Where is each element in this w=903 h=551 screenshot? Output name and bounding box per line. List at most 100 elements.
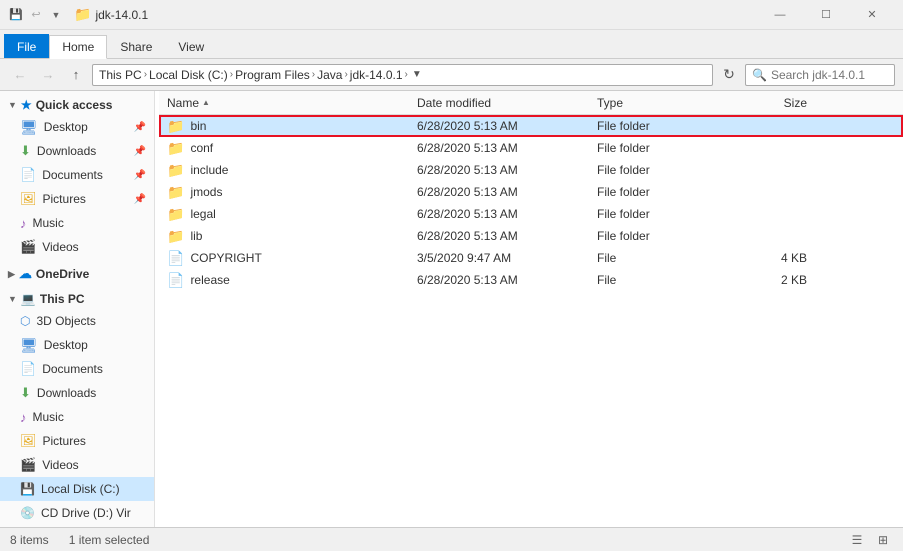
path-dropdown-icon[interactable]: ▼ bbox=[412, 69, 422, 80]
sidebar-item-documents-qa[interactable]: 📄 Documents 📌 bbox=[0, 163, 154, 187]
sidebar-label-cddrive: CD Drive (D:) Vir bbox=[41, 506, 131, 520]
file-type: File bbox=[597, 273, 727, 287]
undo-icon[interactable]: ↩ bbox=[28, 7, 44, 23]
details-view-button[interactable]: ☰ bbox=[847, 530, 867, 550]
file-rows: 📁 bin 6/28/2020 5:13 AM File folder 📁 co… bbox=[159, 115, 903, 291]
sidebar-item-music-pc[interactable]: ♪ Music bbox=[0, 405, 154, 429]
folder-icon: 📁 bbox=[167, 140, 184, 157]
col-header-type[interactable]: Type bbox=[597, 96, 727, 110]
col-header-name[interactable]: Name ▲ bbox=[167, 96, 417, 110]
window-controls: — ☐ ✕ bbox=[757, 0, 895, 30]
col-header-date[interactable]: Date modified bbox=[417, 96, 597, 110]
pin-icon-pictures: 📌 bbox=[134, 194, 146, 205]
title-bar: 💾 ↩ ▼ 📁 jdk-14.0.1 — ☐ ✕ bbox=[0, 0, 903, 30]
folder-icon: 📁 bbox=[167, 206, 184, 223]
sort-arrow-name: ▲ bbox=[202, 98, 210, 107]
up-button[interactable]: ↑ bbox=[64, 63, 88, 87]
table-row[interactable]: 📄 COPYRIGHT 3/5/2020 9:47 AM File 4 KB bbox=[159, 247, 903, 269]
refresh-button[interactable]: ↻ bbox=[717, 63, 741, 87]
file-icon: 📄 bbox=[167, 272, 184, 289]
sidebar-item-label-desktop-qa: Desktop bbox=[44, 120, 88, 134]
search-box[interactable]: 🔍 bbox=[745, 64, 895, 86]
path-part-java[interactable]: Java bbox=[317, 68, 342, 82]
file-type: File folder bbox=[597, 119, 727, 133]
path-part-thispc[interactable]: This PC bbox=[99, 68, 142, 82]
sidebar-item-pictures-pc[interactable]: 🖼 Pictures bbox=[0, 429, 154, 453]
sidebar-item-desktop-qa[interactable]: 🖥 Desktop 📌 bbox=[0, 115, 154, 139]
address-bar: ← → ↑ This PC › Local Disk (C:) › Progra… bbox=[0, 59, 903, 91]
file-date: 6/28/2020 5:13 AM bbox=[417, 229, 597, 243]
sidebar-item-localdisk[interactable]: 💾 Local Disk (C:) bbox=[0, 477, 154, 501]
file-type: File folder bbox=[597, 141, 727, 155]
pin-icon-documents: 📌 bbox=[134, 170, 146, 181]
sidebar-section-quickaccess: ▼ ★ Quick access 🖥 Desktop 📌 ⬇ Downloads… bbox=[0, 95, 154, 259]
sidebar-item-downloads-pc[interactable]: ⬇ Downloads bbox=[0, 381, 154, 405]
file-icon: 📄 bbox=[167, 250, 184, 267]
sidebar-label-3dobjects: 3D Objects bbox=[36, 314, 95, 328]
documents-icon-qa: 📄 bbox=[20, 167, 36, 183]
desktop-icon-qa: 🖥 bbox=[20, 119, 38, 136]
quickaccess-star-icon: ★ bbox=[21, 98, 32, 112]
status-bar: 8 items 1 item selected ☰ ⊞ bbox=[0, 527, 903, 551]
folder-icon: 📁 bbox=[167, 228, 184, 245]
sidebar-item-pictures-qa[interactable]: 🖼 Pictures 📌 bbox=[0, 187, 154, 211]
tab-share[interactable]: Share bbox=[107, 34, 165, 58]
sidebar-item-music-qa[interactable]: ♪ Music bbox=[0, 211, 154, 235]
table-row[interactable]: 📁 legal 6/28/2020 5:13 AM File folder bbox=[159, 203, 903, 225]
sidebar-section-onedrive: ▶ ☁ OneDrive bbox=[0, 263, 154, 285]
back-button[interactable]: ← bbox=[8, 63, 32, 87]
tab-home[interactable]: Home bbox=[49, 35, 107, 59]
table-row[interactable]: 📁 conf 6/28/2020 5:13 AM File folder bbox=[159, 137, 903, 159]
sidebar-item-desktop-pc[interactable]: 🖥 Desktop bbox=[0, 333, 154, 357]
sidebar-label-music-pc: Music bbox=[33, 410, 64, 424]
tab-view[interactable]: View bbox=[165, 34, 217, 58]
table-row[interactable]: 📁 bin 6/28/2020 5:13 AM File folder bbox=[159, 115, 903, 137]
search-input[interactable] bbox=[771, 68, 888, 82]
status-right: ☰ ⊞ bbox=[847, 530, 893, 550]
file-type: File folder bbox=[597, 185, 727, 199]
title-folder-icon: 📁 bbox=[74, 6, 91, 23]
path-part-jdk[interactable]: jdk-14.0.1 bbox=[350, 68, 403, 82]
videos-icon-qa: 🎬 bbox=[20, 239, 36, 255]
sidebar-header-quickaccess[interactable]: ▼ ★ Quick access bbox=[0, 95, 154, 115]
maximize-button[interactable]: ☐ bbox=[803, 0, 849, 30]
sidebar-item-documents-pc[interactable]: 📄 Documents bbox=[0, 357, 154, 381]
table-row[interactable]: 📁 jmods 6/28/2020 5:13 AM File folder bbox=[159, 181, 903, 203]
quickaccess-label: Quick access bbox=[36, 98, 113, 112]
sidebar-item-label-downloads-qa: Downloads bbox=[37, 144, 96, 158]
localdisk-icon: 💾 bbox=[20, 482, 35, 496]
path-part-localdisk[interactable]: Local Disk (C:) bbox=[149, 68, 228, 82]
col-header-size[interactable]: Size bbox=[727, 96, 807, 110]
sidebar-item-label-pictures-qa: Pictures bbox=[43, 192, 86, 206]
large-icons-view-button[interactable]: ⊞ bbox=[873, 530, 893, 550]
tab-file[interactable]: File bbox=[4, 34, 49, 58]
sidebar-item-downloads-qa[interactable]: ⬇ Downloads 📌 bbox=[0, 139, 154, 163]
minimize-button[interactable]: — bbox=[757, 0, 803, 30]
sidebar-item-3dobjects[interactable]: ⬡ 3D Objects bbox=[0, 309, 154, 333]
file-name: 📁 bin bbox=[167, 118, 417, 135]
sidebar-item-videos-qa[interactable]: 🎬 Videos bbox=[0, 235, 154, 259]
address-path[interactable]: This PC › Local Disk (C:) › Program File… bbox=[92, 64, 713, 86]
window-title: jdk-14.0.1 bbox=[95, 8, 148, 22]
sidebar-label-desktop-pc: Desktop bbox=[44, 338, 88, 352]
file-date: 6/28/2020 5:13 AM bbox=[417, 207, 597, 221]
ribbon: File Home Share View bbox=[0, 30, 903, 59]
sidebar-item-cddrive[interactable]: 💿 CD Drive (D:) Vir bbox=[0, 501, 154, 525]
sidebar-label-downloads-pc: Downloads bbox=[37, 386, 96, 400]
sidebar-item-videos-pc[interactable]: 🎬 Videos bbox=[0, 453, 154, 477]
file-name: 📁 legal bbox=[167, 206, 417, 223]
dropdown-icon[interactable]: ▼ bbox=[48, 7, 64, 23]
table-row[interactable]: 📁 lib 6/28/2020 5:13 AM File folder bbox=[159, 225, 903, 247]
sidebar-header-onedrive[interactable]: ▶ ☁ OneDrive bbox=[0, 263, 154, 285]
table-row[interactable]: 📁 include 6/28/2020 5:13 AM File folder bbox=[159, 159, 903, 181]
path-part-programfiles[interactable]: Program Files bbox=[235, 68, 310, 82]
folder-icon: 📁 bbox=[167, 184, 184, 201]
close-button[interactable]: ✕ bbox=[849, 0, 895, 30]
table-row[interactable]: 📄 release 6/28/2020 5:13 AM File 2 KB bbox=[159, 269, 903, 291]
file-date: 6/28/2020 5:13 AM bbox=[417, 163, 597, 177]
pin-icon-desktop: 📌 bbox=[134, 122, 146, 133]
sidebar-header-thispc[interactable]: ▼ 💻 This PC bbox=[0, 289, 154, 309]
selected-info: 1 item selected bbox=[69, 533, 150, 547]
forward-button[interactable]: → bbox=[36, 63, 60, 87]
main-layout: ▼ ★ Quick access 🖥 Desktop 📌 ⬇ Downloads… bbox=[0, 91, 903, 527]
